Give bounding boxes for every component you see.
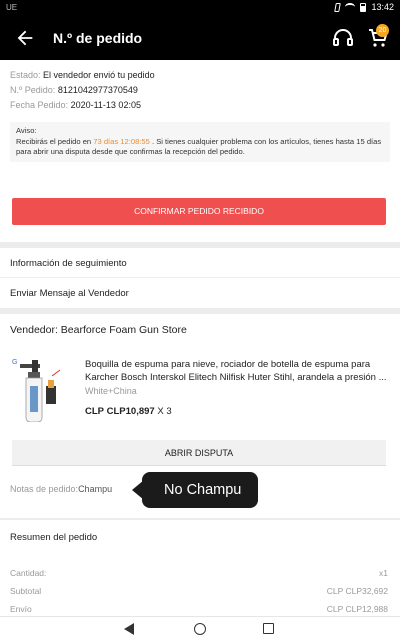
summary-row: Subtotal CLP CLP32,692 xyxy=(10,586,388,596)
status-icons: 13:42 xyxy=(334,2,394,12)
product-variant: White+China xyxy=(85,386,137,396)
summary-title: Resumen del pedido xyxy=(10,532,98,543)
wifi-icon xyxy=(345,3,356,11)
message-seller-row[interactable]: Enviar Mensaje al Vendedor xyxy=(0,278,400,308)
system-nav-bar xyxy=(0,616,400,640)
battery-icon xyxy=(360,2,367,12)
product-price: CLP CLP10,897 X 3 xyxy=(85,406,172,417)
order-status: Estado: El vendedor envió tu pedido xyxy=(10,70,155,80)
carrier-label: UE xyxy=(6,3,18,12)
order-notes: Notas de pedido:Champu xyxy=(10,484,113,494)
tracking-row[interactable]: Información de seguimiento xyxy=(0,248,400,277)
cart-count-badge: 20 xyxy=(376,24,389,37)
page-title: N.º de pedido xyxy=(53,30,143,46)
app-bar: N.º de pedido 20 xyxy=(0,16,400,60)
order-number: N.º Pedido: 8121042977370549 xyxy=(10,85,138,95)
nav-recents-icon[interactable] xyxy=(263,623,274,634)
summary-row: Cantidad: x1 xyxy=(10,568,388,578)
product-quantity: X 3 xyxy=(157,406,172,417)
product-image[interactable]: G xyxy=(10,356,76,423)
clock: 13:42 xyxy=(371,2,394,12)
delivery-notice: Aviso: Recibirás el pedido en 73 días 12… xyxy=(10,122,390,162)
status-bar: UE 13:42 xyxy=(0,0,400,16)
nav-back-icon[interactable] xyxy=(124,623,134,635)
toast-message: No Champu xyxy=(142,472,258,508)
bluetooth-icon xyxy=(334,2,342,12)
order-date: Fecha Pedido: 2020-11-13 02:05 xyxy=(10,100,141,110)
headset-support-icon[interactable] xyxy=(331,26,355,50)
tracking-link[interactable]: Información de seguimiento xyxy=(10,258,127,269)
countdown: 73 días 12:08:55 xyxy=(93,136,150,146)
notice-title: Aviso: xyxy=(16,126,37,135)
open-dispute-button[interactable]: ABRIR DISPUTA xyxy=(12,440,386,466)
seller-name[interactable]: Vendedor: Bearforce Foam Gun Store xyxy=(10,324,187,336)
back-arrow-icon[interactable] xyxy=(14,27,36,49)
product-title[interactable]: Boquilla de espuma para nieve, rociador … xyxy=(85,358,390,384)
message-seller-link[interactable]: Enviar Mensaje al Vendedor xyxy=(10,288,129,299)
nav-home-icon[interactable] xyxy=(194,623,206,635)
summary-row: Envío CLP CLP12,988 xyxy=(10,604,388,614)
confirm-received-button[interactable]: CONFIRMAR PEDIDO RECIBIDO xyxy=(12,198,386,225)
svg-text:G: G xyxy=(12,359,17,366)
notice-text: Recibirás el pedido en 73 días 12:08:55 … xyxy=(16,136,382,157)
